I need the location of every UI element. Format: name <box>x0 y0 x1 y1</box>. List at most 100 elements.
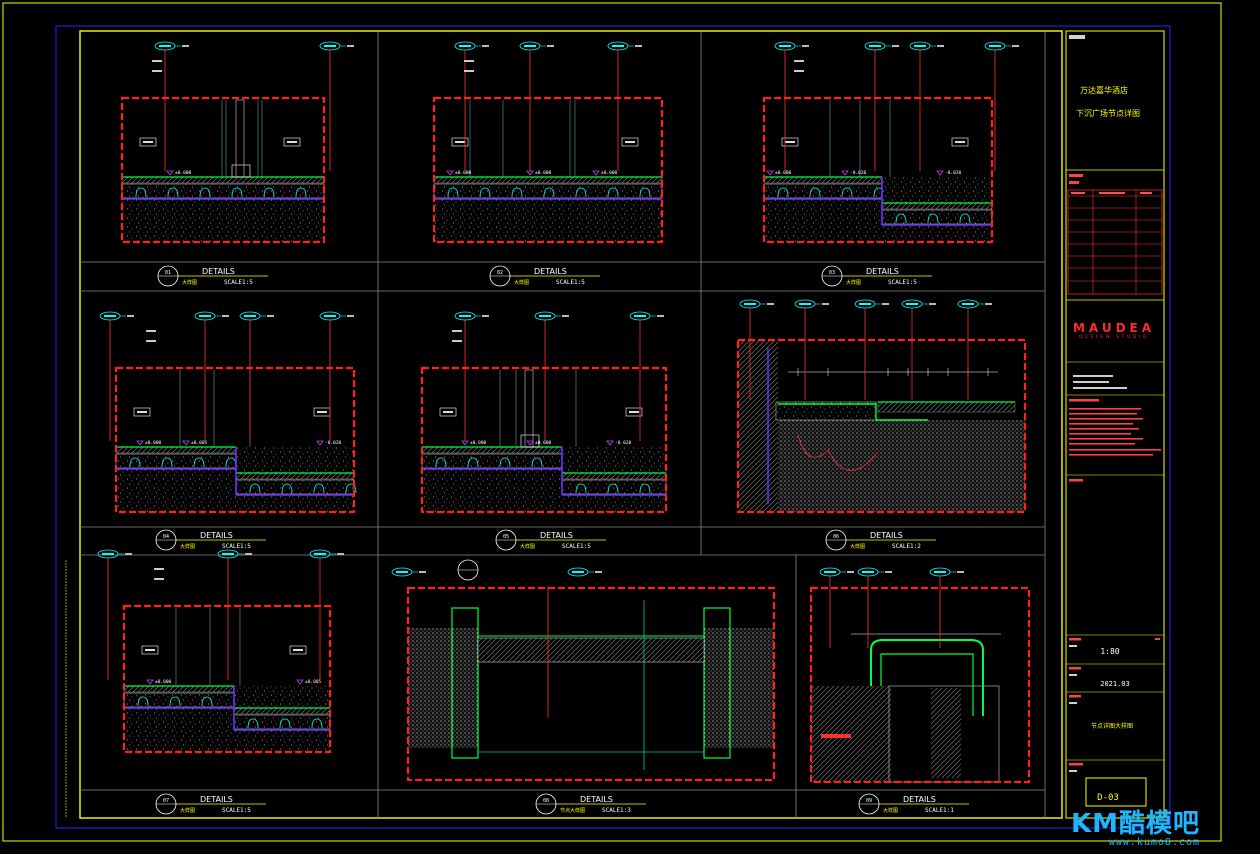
level-value: -0.020 <box>325 440 342 446</box>
callout-tag <box>534 311 569 321</box>
callout-note <box>657 315 664 317</box>
callout-code <box>199 315 211 317</box>
material-label-text <box>287 141 297 143</box>
callout-note <box>1012 45 1019 47</box>
callout-tag <box>864 41 899 51</box>
concrete-mass <box>768 420 1025 512</box>
leader-note <box>152 60 162 62</box>
level-mark: -0.020 <box>841 170 867 176</box>
callout-code <box>989 45 1001 47</box>
leader-note <box>154 578 164 580</box>
level-value: ±0.000 <box>455 170 472 176</box>
callout-code <box>962 303 974 305</box>
callout-tag <box>194 311 229 321</box>
callout-code <box>799 303 811 305</box>
level-triangle <box>526 170 534 176</box>
level-value: ±0.000 <box>775 170 792 176</box>
caption-scale: SCALE1:5 <box>888 279 917 286</box>
callout-note <box>222 315 229 317</box>
caption-subtitle: 大样图 <box>846 279 861 286</box>
material-label-text <box>785 141 795 143</box>
callout-code <box>459 45 471 47</box>
caption-number: 04 <box>163 534 169 540</box>
callout-code <box>744 303 756 305</box>
details-layer: ±0.000 ±0.000 ±0.000 ±0.000 ±0.000 -0.020 -0.0… <box>97 41 1031 784</box>
callout-tag <box>819 567 854 577</box>
sheet-scale: 1:80 <box>1100 647 1119 656</box>
stone-finish <box>115 446 237 454</box>
callout-code <box>324 315 336 317</box>
callout-note <box>419 571 426 573</box>
leader-note <box>452 340 462 342</box>
caption-title: DETAILS <box>866 267 899 276</box>
detail-06 <box>736 299 1027 514</box>
level-mark: -0.020 <box>316 440 342 446</box>
caption-subtitle: 大样图 <box>850 543 865 550</box>
callout-tag <box>391 567 426 577</box>
callout-code <box>524 45 536 47</box>
callout-tag <box>909 41 944 51</box>
wall-section <box>738 340 778 512</box>
drawing-number: D-03 <box>1097 793 1119 803</box>
callout-note <box>802 45 809 47</box>
caption-subtitle: 大样图 <box>514 279 529 286</box>
level-value: ±0.000 <box>175 170 192 176</box>
watermark-logo: KM酷模吧 <box>1070 809 1200 839</box>
caption-scale: SCALE1:1 <box>925 807 954 814</box>
level-triangle <box>446 170 454 176</box>
caption-number: 05 <box>503 534 509 540</box>
level-triangle <box>316 440 324 446</box>
callout-note <box>847 571 854 573</box>
callout-tag <box>854 299 889 309</box>
callout-tag <box>984 41 1019 51</box>
leader-note <box>794 70 804 72</box>
caption-scale: SCALE1:2 <box>892 543 921 550</box>
caption-scale: SCALE1:5 <box>556 279 585 286</box>
callout-code <box>102 553 114 555</box>
stone-finish <box>123 685 235 693</box>
step-down-block <box>234 686 330 708</box>
caption-detail-03: 03 DETAILS 大样图 SCALE1:5 <box>821 265 932 287</box>
level-mark: ±0.000 <box>592 170 618 176</box>
level-triangle <box>592 170 600 176</box>
callout-note <box>347 315 354 317</box>
level-value: ±0.000 <box>155 679 172 685</box>
level-value: ±0.005 <box>305 679 322 685</box>
level-triangle <box>296 679 304 685</box>
caption-number: 08 <box>543 798 549 804</box>
detail-04: ±0.000 ±0.005 -0.020 <box>99 311 357 514</box>
detail-05: ±0.000 ±0.000 -0.020 <box>420 311 668 514</box>
callout-tag <box>567 567 602 577</box>
callout-tag <box>309 549 344 559</box>
callout-tag <box>217 549 252 559</box>
design-notes-lines <box>1069 399 1161 456</box>
concrete-base <box>122 177 324 242</box>
caption-detail-05: 05 DETAILS 大样图 SCALE1:5 <box>495 529 606 551</box>
leader-note <box>464 70 474 72</box>
caption-title: DETAILS <box>580 795 613 804</box>
callout-code <box>324 45 336 47</box>
callout-note <box>125 553 132 555</box>
caption-detail-07: 07 DETAILS 大样图 SCALE1:5 <box>155 793 266 815</box>
detail-09 <box>809 567 1031 784</box>
callout-tag <box>629 311 664 321</box>
callout-tag <box>739 299 774 309</box>
stone-finish <box>433 176 663 184</box>
stone-finish <box>235 472 355 480</box>
level-mark: -0.020 <box>936 170 962 176</box>
caption-subtitle: 节点大样图 <box>560 807 585 814</box>
callout-code <box>396 571 408 573</box>
callout-tag <box>454 311 489 321</box>
caption-subtitle: 大样图 <box>520 543 535 550</box>
caption-scale: SCALE1:5 <box>222 543 251 550</box>
level-value: -0.020 <box>945 170 962 176</box>
leader-note <box>464 60 474 62</box>
callout-tag <box>901 299 936 309</box>
level-mark: ±0.000 <box>526 170 552 176</box>
material-label-text <box>955 141 965 143</box>
level-mark: -0.020 <box>606 440 632 446</box>
inner-panel <box>931 688 961 778</box>
level-mark: ±0.000 <box>766 170 792 176</box>
level-triangle <box>766 170 774 176</box>
caption-title: DETAILS <box>903 795 936 804</box>
